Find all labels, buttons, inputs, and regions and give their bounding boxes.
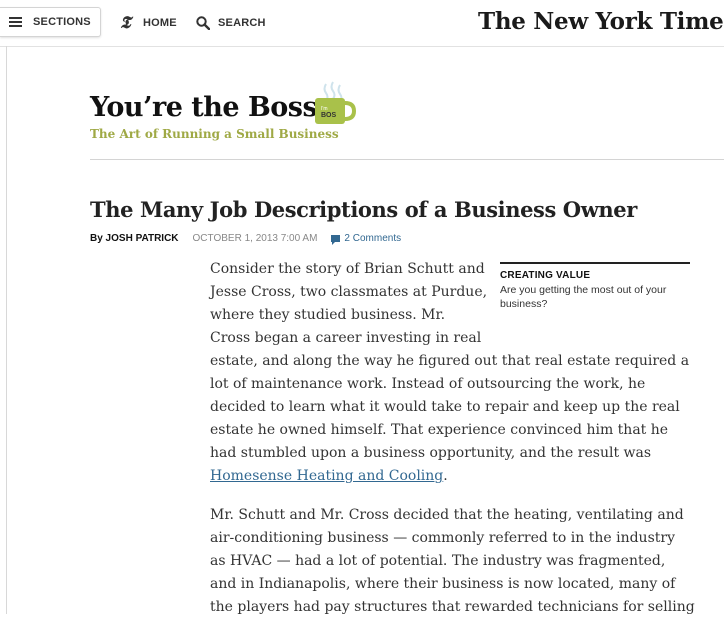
paragraph-line: had stumbled upon a business opportunity… xyxy=(210,445,652,461)
paragraph-line: estate he owned himself. That experience… xyxy=(210,422,669,438)
article-paragraph-2: Mr. Schutt and Mr. Cross decided that th… xyxy=(210,504,696,619)
paragraph-line: as HVAC — had a lot of potential. The in… xyxy=(210,553,666,569)
paragraph-line: where they studied business. Mr. xyxy=(210,307,446,323)
article-paragraph-1-end: estate, and along the way he figured out… xyxy=(210,350,696,488)
nyt-logo[interactable]: The New York Times xyxy=(478,8,724,35)
nyt-t-icon: 𝕿 xyxy=(120,13,131,33)
article-paragraph-1-start: Consider the story of Brian Schutt and J… xyxy=(210,258,490,350)
paragraph-line: lot of maintenance work. Instead of outs… xyxy=(210,376,646,392)
publish-date: OCTOBER 1, 2013 7:00 AM xyxy=(192,233,318,244)
article-headline: The Many Job Descriptions of a Business … xyxy=(90,197,637,222)
sections-label: SECTIONS xyxy=(33,16,91,28)
home-button[interactable]: 𝕿 HOME xyxy=(120,14,177,32)
paragraph-line: Cross began a career investing in real xyxy=(210,330,482,346)
hamburger-icon xyxy=(9,17,22,27)
search-button[interactable]: SEARCH xyxy=(196,14,266,32)
blog-tagline: The Art of Running a Small Business xyxy=(90,127,339,141)
author-name[interactable]: By JOSH PATRICK xyxy=(90,233,179,244)
comments-count: 2 Comments xyxy=(344,233,402,244)
header-divider xyxy=(90,159,724,160)
home-label: HOME xyxy=(143,17,177,29)
paragraph-line-with-link: Homesense Heating and Cooling. xyxy=(210,465,696,488)
coffee-mug-icon: I'm BOS xyxy=(315,81,356,124)
svg-text:BOS: BOS xyxy=(321,112,337,119)
paragraph-line: and in Indianapolis, where their busines… xyxy=(210,576,676,592)
paragraph-line: air-conditioning business — commonly ref… xyxy=(210,530,675,546)
paragraph-line: Jesse Cross, two classmates at Purdue, xyxy=(210,284,488,300)
top-navigation-bar: SECTIONS 𝕿 HOME SEARCH The New York Time… xyxy=(0,0,724,47)
paragraph-line: the players had pay structures that rewa… xyxy=(210,599,695,615)
paragraph-line: Consider the story of Brian Schutt and xyxy=(210,261,485,277)
homesense-link[interactable]: Homesense Heating and Cooling xyxy=(210,468,443,484)
article-byline: By JOSH PATRICK OCTOBER 1, 2013 7:00 AM … xyxy=(90,233,402,245)
paragraph-line: decided to learn what it would take to r… xyxy=(210,399,680,415)
left-divider xyxy=(6,46,7,614)
paragraph-line: estate, and along the way he figured out… xyxy=(210,353,690,369)
search-label: SEARCH xyxy=(218,17,266,29)
comment-icon xyxy=(331,235,341,245)
creating-value-sidebar: CREATING VALUE Are you getting the most … xyxy=(500,262,690,311)
comments-link[interactable]: 2 Comments xyxy=(331,233,402,245)
blog-title[interactable]: You’re the Boss xyxy=(90,92,318,123)
sidebar-heading: CREATING VALUE xyxy=(500,270,591,281)
paragraph-period: . xyxy=(443,468,448,484)
sidebar-link[interactable]: Are you getting the most out of your bus… xyxy=(500,283,690,311)
sections-button[interactable]: SECTIONS xyxy=(0,7,101,37)
paragraph-line: Mr. Schutt and Mr. Cross decided that th… xyxy=(210,507,684,523)
search-icon xyxy=(196,16,210,30)
